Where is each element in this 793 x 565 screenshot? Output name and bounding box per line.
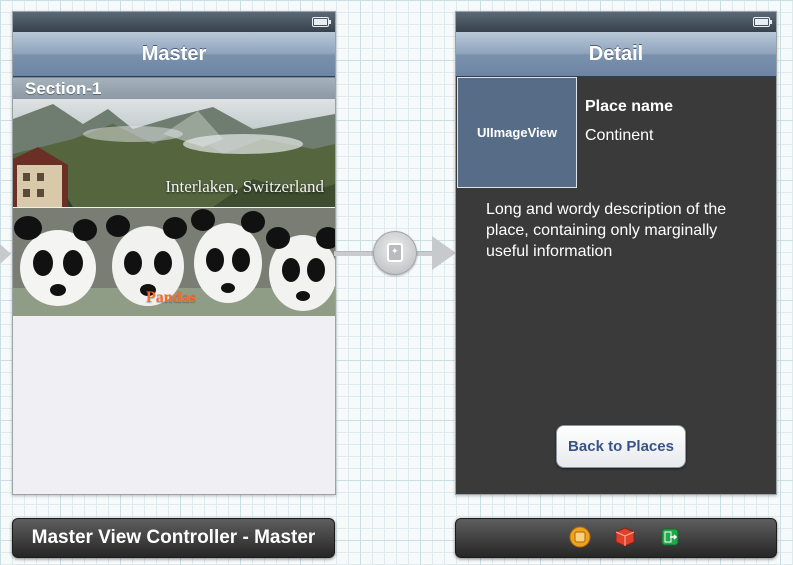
master-scene-dock[interactable]: Master View Controller - Master [12, 518, 335, 558]
description-label[interactable]: Long and wordy description of the place,… [486, 199, 756, 262]
battery-icon [753, 17, 772, 27]
status-bar [456, 12, 776, 32]
status-bar [13, 12, 335, 32]
master-scene[interactable]: Master Section-1 Interlaken, Switzerland [12, 11, 336, 495]
detail-scene-dock[interactable] [455, 518, 777, 558]
segue-glyph-icon [387, 243, 403, 262]
table-row-pandas[interactable]: Pandas [13, 208, 335, 316]
section-header: Section-1 [13, 77, 335, 100]
battery-icon [312, 17, 331, 27]
cell-caption-interlaken: Interlaken, Switzerland [165, 177, 324, 196]
object-cube-icon[interactable] [614, 526, 636, 548]
detail-nav-title: Detail [588, 43, 644, 65]
master-dock-label: Master View Controller - Master [31, 527, 316, 548]
detail-scene[interactable]: Detail UIImageView Place name Continent … [455, 11, 777, 495]
segue-arrow-icon [432, 236, 456, 270]
table-row-interlaken[interactable]: Interlaken, Switzerland [13, 99, 335, 207]
initial-scene-arrow-icon [0, 244, 11, 264]
cell-caption-pandas: Pandas [146, 289, 196, 306]
continent-label[interactable]: Continent [585, 127, 654, 145]
detail-navigation-bar[interactable]: Detail [456, 32, 776, 77]
place-image-view[interactable]: UIImageView [457, 77, 577, 188]
master-navigation-bar[interactable]: Master [13, 32, 335, 77]
first-responder-icon[interactable] [569, 526, 591, 548]
exit-icon[interactable] [659, 526, 681, 548]
back-to-places-button[interactable]: Back to Places [556, 425, 686, 468]
place-name-label[interactable]: Place name [585, 98, 673, 116]
segue-icon[interactable] [373, 231, 417, 275]
image-view-label: UIImageView [477, 125, 557, 140]
master-nav-title: Master [141, 43, 207, 65]
section-header-label: Section-1 [25, 79, 102, 98]
back-button-label: Back to Places [568, 438, 674, 455]
